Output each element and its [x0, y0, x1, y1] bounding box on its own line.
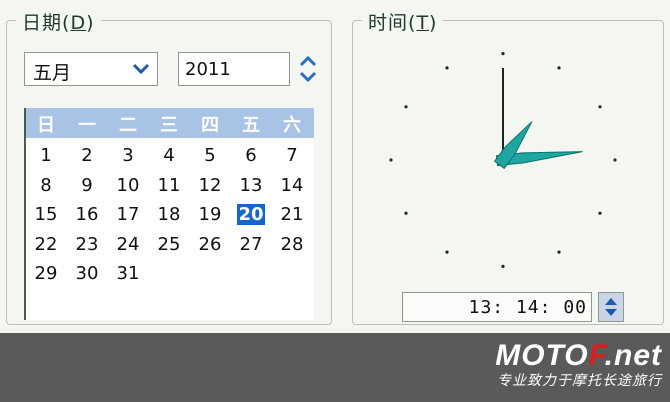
watermark-logo-main: MOTO	[495, 339, 589, 372]
time-field-value: 13: 14: 00	[468, 297, 587, 318]
watermark-logo-accent: F	[588, 339, 605, 372]
clock-tick-dot	[598, 211, 602, 215]
time-spin-arrows-icon[interactable]	[599, 293, 623, 321]
clock-tick-dot	[389, 158, 393, 162]
clock-tick-dot	[557, 66, 561, 70]
clock-tick-dot	[501, 52, 505, 56]
date-time-dialog: 日期(D) 五月 2011 日一二三四五六 1 2 3 4 5 6 7 8 9 10 11 12 13 1…	[0, 0, 670, 333]
clock-tick-dot	[445, 66, 449, 70]
clock-tick-dot	[613, 158, 617, 162]
clock-tick-dot	[445, 250, 449, 254]
analog-clock	[389, 52, 617, 268]
watermark-logo-suffix: .net	[604, 339, 662, 372]
time-field[interactable]: 13: 14: 00	[402, 292, 592, 322]
clock-tick-dot	[404, 105, 408, 109]
clock-tick-dot	[404, 211, 408, 215]
watermark-logo: MOTOF.net	[495, 340, 662, 372]
clock-tick-dot	[598, 105, 602, 109]
clock-tick-dot	[557, 250, 561, 254]
watermark-tagline: 专业致力于摩托长途旅行	[497, 373, 662, 389]
time-spinner[interactable]	[598, 292, 624, 322]
site-watermark: MOTOF.net 专业致力于摩托长途旅行	[495, 340, 662, 390]
clock-tick-dot	[501, 264, 505, 268]
